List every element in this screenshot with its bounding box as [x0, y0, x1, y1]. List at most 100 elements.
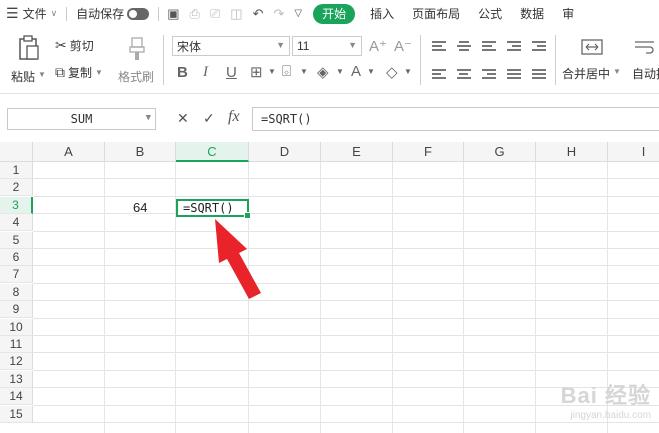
format-painter-button[interactable]: 格式刷 — [116, 35, 158, 85]
chevron-down-icon: ∨ — [50, 8, 58, 18]
row-gridline — [33, 265, 659, 267]
select-all-corner[interactable] — [0, 142, 33, 162]
column-header-f[interactable]: F — [393, 142, 464, 162]
chevron-down-icon[interactable]: ▼ — [336, 67, 344, 76]
cut-button[interactable]: ✂ 剪切 — [55, 37, 94, 54]
column-gridline — [320, 162, 321, 433]
font-color-icon[interactable]: A — [351, 63, 361, 80]
row-header-1[interactable]: 1 — [0, 162, 33, 179]
justify-icon[interactable] — [507, 67, 521, 81]
align-middle-icon[interactable] — [457, 39, 471, 53]
row-gridline — [33, 300, 659, 302]
tab-formulas[interactable]: 公式 — [469, 0, 511, 27]
underline-icon[interactable]: U — [226, 64, 237, 81]
column-header-d[interactable]: D — [249, 142, 321, 162]
row-header-2[interactable]: 2 — [0, 179, 33, 197]
confirm-icon[interactable]: ✓ — [203, 110, 215, 127]
red-arrow-annotation — [215, 219, 261, 299]
eraser-icon[interactable]: ◇ — [386, 63, 398, 81]
font-color-fill-icon[interactable]: ⌺ — [282, 63, 291, 80]
formula-input[interactable]: =SQRT() — [252, 107, 659, 131]
column-header-h[interactable]: H — [536, 142, 608, 162]
align-bottom-icon[interactable] — [482, 39, 496, 53]
column-gridline — [104, 162, 105, 433]
row-gridline — [33, 369, 659, 371]
paste-label: 粘贴 — [11, 70, 36, 84]
paste-button[interactable]: 粘贴 ▼ — [11, 35, 47, 85]
column-header-e[interactable]: E — [321, 142, 393, 162]
active-cell-c3[interactable]: =SQRT() — [176, 199, 251, 219]
merge-center-button[interactable]: 合并居中 ▼ — [562, 37, 624, 83]
quick-access-dropdown-icon[interactable]: ▽ — [289, 8, 307, 19]
chevron-down-icon: ▼ — [276, 40, 285, 50]
row-header-6[interactable]: 6 — [0, 249, 33, 266]
align-right-icon[interactable] — [482, 67, 496, 81]
font-name-value: 宋体 — [177, 39, 202, 54]
tab-review[interactable]: 审 — [553, 0, 583, 27]
row-header-8[interactable]: 8 — [0, 283, 33, 301]
cancel-icon[interactable]: ✕ — [177, 110, 189, 127]
increase-font-icon[interactable]: A⁺ — [369, 37, 387, 55]
chevron-down-icon[interactable]: ▼ — [268, 67, 276, 76]
column-header-g[interactable]: G — [464, 142, 536, 162]
decrease-font-icon[interactable]: A⁻ — [394, 37, 412, 55]
fill-color-icon[interactable]: ◈ — [317, 63, 329, 81]
save-icon[interactable]: ▣ — [162, 6, 184, 22]
formula-bar: SUM ▼ ✕ ✓ fx =SQRT() — [0, 93, 659, 143]
autosave-toggle[interactable]: 自动保存 — [70, 0, 155, 27]
undo-icon[interactable]: ↶ — [248, 6, 269, 22]
baidu-watermark: Bai 经验 jingyan.baidu.com — [561, 378, 651, 421]
tab-home[interactable]: 开始 — [313, 3, 356, 24]
increase-indent-icon[interactable] — [532, 39, 546, 53]
row-header-5[interactable]: 5 — [0, 231, 33, 249]
italic-icon[interactable]: I — [203, 64, 208, 81]
font-size-select[interactable]: 11 ▼ — [292, 36, 362, 56]
toggle-switch-icon — [127, 7, 150, 20]
tab-data[interactable]: 数据 — [511, 0, 553, 27]
align-center-icon[interactable] — [457, 67, 471, 81]
print-icon[interactable]: ⎚ — [205, 6, 225, 22]
row-header-12[interactable]: 12 — [0, 353, 33, 371]
align-top-icon[interactable] — [432, 39, 446, 53]
column-header-b[interactable]: B — [105, 142, 176, 162]
row-header-10[interactable]: 10 — [0, 318, 33, 336]
row-header-14[interactable]: 14 — [0, 388, 33, 406]
decrease-indent-icon[interactable] — [507, 39, 521, 53]
row-header-9[interactable]: 9 — [0, 301, 33, 319]
chevron-down-icon: ▼ — [95, 68, 103, 77]
bold-icon[interactable]: B — [177, 64, 188, 81]
spreadsheet-grid[interactable]: ABCDEFGHI 1 2 3 4 5 6 7 8 9 10 11 12 13 14 15 64 =SQRT… — [0, 142, 659, 433]
tab-page-layout[interactable]: 页面布局 — [403, 0, 469, 27]
border-icon[interactable]: ⊞ — [250, 63, 263, 81]
column-header-c[interactable]: C — [176, 142, 249, 162]
chevron-down-icon[interactable]: ▼ — [367, 67, 375, 76]
chevron-down-icon[interactable]: ▼ — [300, 67, 308, 76]
align-left-icon[interactable] — [432, 67, 446, 81]
distributed-icon[interactable] — [532, 67, 546, 81]
row-header-4[interactable]: 4 — [0, 214, 33, 232]
row-header-3[interactable]: 3 — [0, 196, 33, 214]
chevron-down-icon[interactable]: ▼ — [404, 67, 412, 76]
row-header-7[interactable]: 7 — [0, 266, 33, 284]
insert-function-icon[interactable]: fx — [228, 108, 240, 126]
name-box-value: SUM — [70, 112, 93, 126]
auto-wrap-button[interactable]: 自动换 — [630, 37, 659, 83]
export-pdf-icon[interactable]: ⎙ — [184, 6, 204, 22]
copy-label: 复制 — [68, 66, 93, 80]
redo-icon[interactable]: ↷ — [269, 6, 290, 22]
tab-insert[interactable]: 插入 — [361, 0, 403, 27]
name-box[interactable]: SUM ▼ — [7, 108, 156, 130]
row-gridline — [33, 230, 659, 232]
font-name-select[interactable]: 宋体 ▼ — [172, 36, 290, 56]
print-preview-icon[interactable]: ◫ — [225, 6, 247, 22]
divider — [420, 35, 421, 85]
column-gridline — [392, 162, 393, 433]
row-header-11[interactable]: 11 — [0, 336, 33, 353]
row-header-13[interactable]: 13 — [0, 370, 33, 388]
column-header-i[interactable]: I — [608, 142, 659, 162]
file-menu[interactable]: ☰ 文件 ∨ — [0, 0, 63, 27]
cell-b3[interactable]: 64 — [133, 200, 147, 215]
copy-button[interactable]: ⧉ 复制 ▼ — [55, 64, 103, 81]
column-header-a[interactable]: A — [33, 142, 105, 162]
row-header-15[interactable]: 15 — [0, 405, 33, 423]
